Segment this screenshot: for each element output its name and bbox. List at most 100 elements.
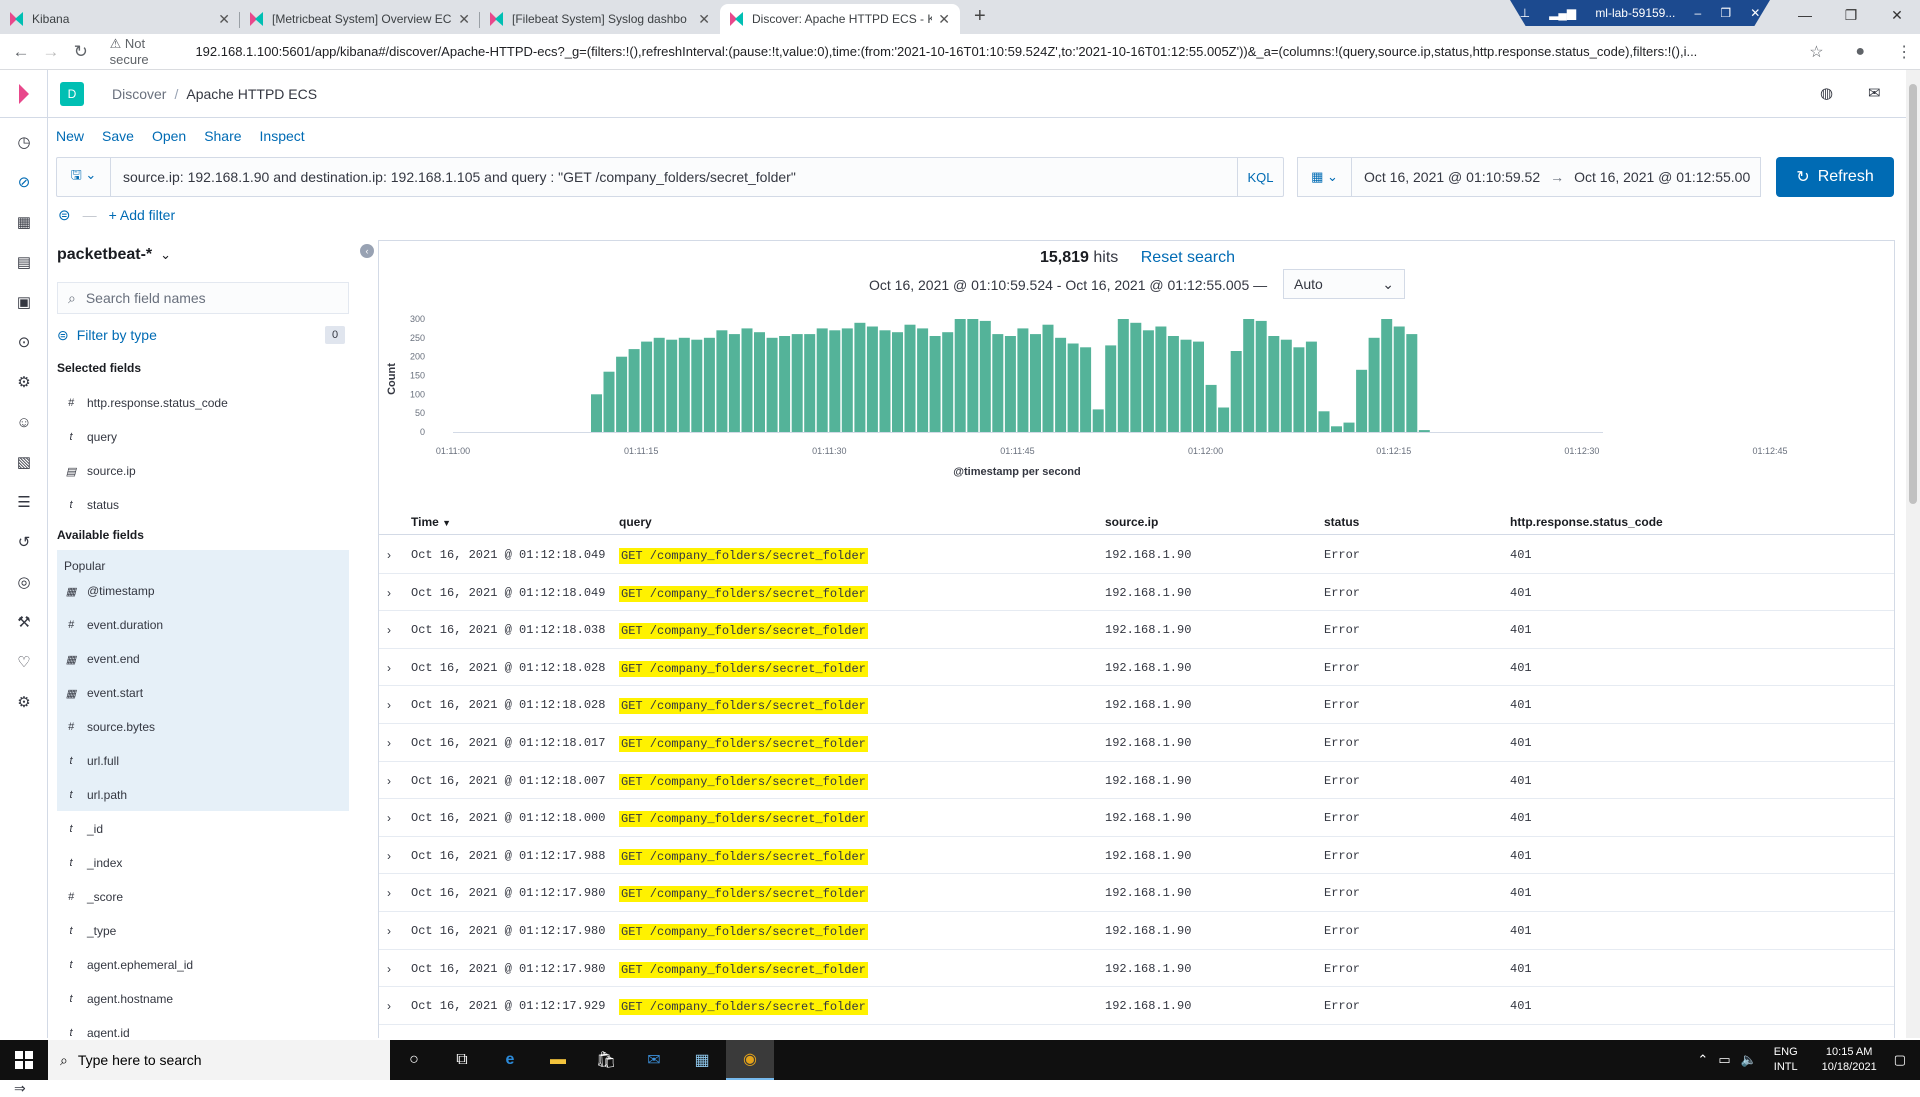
maximize-icon[interactable]: ❐: [1828, 0, 1874, 30]
histogram-bar[interactable]: [1155, 326, 1167, 433]
table-row[interactable]: › Oct 16, 2021 @ 01:12:18.007 GET /company…: [379, 762, 1894, 800]
selected-field[interactable]: t status: [57, 488, 349, 522]
file-explorer-icon[interactable]: ▬: [534, 1040, 582, 1080]
histogram-bar[interactable]: [954, 319, 966, 432]
histogram-bar[interactable]: [1280, 339, 1292, 432]
popular-field[interactable]: t url.path: [57, 778, 349, 812]
histogram-bar[interactable]: [1193, 341, 1204, 432]
network-app-icon[interactable]: ▦: [678, 1040, 726, 1080]
saved-query-menu-icon[interactable]: 🖫 ⌄: [57, 158, 111, 196]
browser-tab-kibana[interactable]: Kibana ✕: [0, 4, 240, 34]
available-field[interactable]: t _type: [57, 914, 349, 948]
new-tab-icon[interactable]: +: [974, 5, 986, 28]
histogram-bar[interactable]: [678, 337, 690, 432]
popular-field[interactable]: t url.full: [57, 744, 349, 778]
refresh-button[interactable]: ↻ Refresh: [1776, 157, 1894, 197]
histogram-bar[interactable]: [1205, 384, 1217, 432]
store-icon[interactable]: 🛍: [582, 1040, 630, 1080]
rdp-restore-icon[interactable]: ❐: [1720, 6, 1731, 20]
minimize-icon[interactable]: —: [1782, 0, 1828, 30]
monitoring-icon[interactable]: ♡: [0, 642, 48, 682]
dashboard-icon[interactable]: ▤: [0, 242, 48, 282]
histogram-bar[interactable]: [1030, 334, 1041, 432]
histogram-bar[interactable]: [1293, 347, 1305, 433]
reset-search-link[interactable]: Reset search: [1141, 249, 1235, 266]
histogram-bar[interactable]: [879, 330, 891, 432]
date-from[interactable]: Oct 16, 2021 @ 01:10:59.52: [1352, 169, 1540, 185]
siem-icon[interactable]: ◎: [0, 562, 48, 602]
close-tab-icon[interactable]: ✕: [938, 11, 950, 28]
histogram-bar[interactable]: [929, 336, 941, 432]
expand-row-icon[interactable]: ›: [387, 999, 391, 1013]
expand-row-icon[interactable]: ›: [387, 736, 391, 750]
histogram-bar[interactable]: [1255, 320, 1267, 432]
histogram-bar[interactable]: [1218, 407, 1230, 433]
calendar-icon[interactable]: ▦ ⌄: [1298, 158, 1352, 196]
table-row[interactable]: › Oct 16, 2021 @ 01:12:18.028 GET /company…: [379, 686, 1894, 724]
browser-tab-metricbeat[interactable]: [Metricbeat System] Overview EC ✕: [240, 4, 480, 34]
histogram-bar[interactable]: [641, 341, 653, 432]
page-scrollbar[interactable]: [1906, 70, 1920, 1038]
popular-field[interactable]: # source.bytes: [57, 710, 349, 744]
histogram-bar[interactable]: [866, 326, 878, 433]
available-field[interactable]: t agent.id: [57, 1016, 349, 1038]
column-header-time[interactable]: Time ▼: [411, 515, 451, 529]
available-field[interactable]: t agent.ephemeral_id: [57, 948, 349, 982]
histogram-bar[interactable]: [917, 328, 929, 432]
histogram-bar[interactable]: [1268, 336, 1280, 432]
histogram-bar[interactable]: [841, 328, 853, 432]
histogram-bar[interactable]: [904, 324, 916, 432]
histogram-bar[interactable]: [1080, 347, 1092, 433]
histogram-bar[interactable]: [1343, 422, 1355, 432]
histogram-bar[interactable]: [691, 339, 703, 432]
kql-toggle[interactable]: KQL: [1237, 158, 1283, 196]
open-button[interactable]: Open: [152, 128, 186, 144]
filter-by-type-button[interactable]: ⊜ Filter by type 0: [57, 324, 349, 346]
inspect-button[interactable]: Inspect: [260, 128, 305, 144]
network-icon[interactable]: ▭: [1718, 1052, 1730, 1068]
mail-icon[interactable]: ✉: [1868, 84, 1881, 102]
histogram-bar[interactable]: [728, 334, 740, 432]
histogram-bar[interactable]: [829, 330, 841, 432]
pin-icon[interactable]: ⊥: [1520, 6, 1530, 20]
histogram-bar[interactable]: [741, 328, 753, 432]
date-to[interactable]: Oct 16, 2021 @ 01:12:55.00: [1574, 169, 1750, 185]
new-button[interactable]: New: [56, 128, 84, 144]
volume-icon[interactable]: 🔈: [1741, 1052, 1757, 1068]
uptime-icon[interactable]: ↺: [0, 522, 48, 562]
table-row[interactable]: › Oct 16, 2021 @ 01:12:18.000 GET /company…: [379, 799, 1894, 837]
histogram-bar[interactable]: [967, 319, 979, 432]
close-tab-icon[interactable]: ✕: [458, 11, 470, 28]
histogram-bar[interactable]: [1105, 345, 1117, 432]
histogram-bar[interactable]: [1331, 426, 1342, 432]
popular-field[interactable]: # event.duration: [57, 608, 349, 642]
histogram-bar[interactable]: [603, 371, 615, 432]
histogram-bar[interactable]: [854, 322, 866, 432]
expand-row-icon[interactable]: ›: [387, 586, 391, 600]
field-search-input[interactable]: ⌕ Search field names: [57, 282, 349, 314]
discover-icon[interactable]: ⊘: [0, 162, 48, 202]
close-icon[interactable]: ✕: [1874, 0, 1920, 30]
histogram-bar[interactable]: [653, 337, 665, 432]
popular-field[interactable]: ▦ @timestamp: [57, 574, 349, 608]
histogram-bar[interactable]: [1180, 339, 1192, 432]
histogram-bar[interactable]: [1017, 328, 1029, 432]
histogram-bar[interactable]: [1092, 409, 1104, 432]
rdp-connection-bar[interactable]: ⊥ ▂▄▆ ml-lab-59159... – ❐ ✕: [1510, 0, 1770, 26]
expand-row-icon[interactable]: ›: [387, 886, 391, 900]
tray-chevron-icon[interactable]: ⌃: [1697, 1052, 1708, 1068]
histogram-bar[interactable]: [791, 334, 803, 432]
collapse-sidebar-icon[interactable]: ‹: [360, 244, 374, 258]
histogram-bar[interactable]: [628, 349, 640, 432]
histogram-bar[interactable]: [1318, 411, 1330, 432]
sort-down-icon[interactable]: ▼: [442, 518, 451, 528]
histogram-bar[interactable]: [979, 320, 991, 432]
rdp-minimize-icon[interactable]: –: [1695, 6, 1702, 20]
canvas-icon[interactable]: ▣: [0, 282, 48, 322]
column-header-status[interactable]: status: [1324, 515, 1359, 529]
dev-tools-icon[interactable]: ⚒: [0, 602, 48, 642]
expand-row-icon[interactable]: ›: [387, 623, 391, 637]
table-row[interactable]: › Oct 16, 2021 @ 01:12:17.929 GET /company…: [379, 987, 1894, 1025]
histogram-bar[interactable]: [1067, 343, 1079, 433]
url-field[interactable]: 192.168.1.100:5601/app/kibana#/discover/…: [195, 44, 1788, 59]
